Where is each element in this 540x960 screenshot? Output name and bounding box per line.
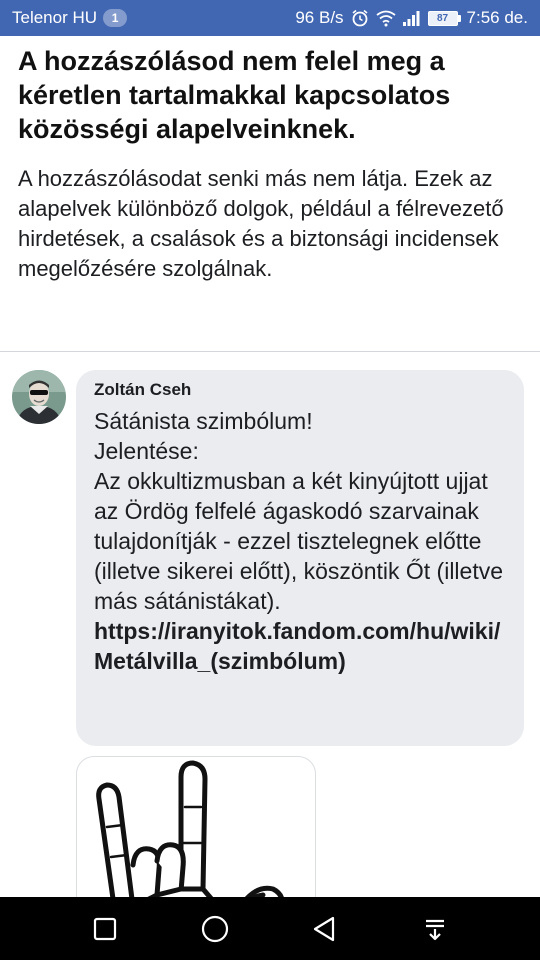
notification-count-badge: 1 xyxy=(103,9,128,27)
status-indicators: 96 B/s 87 7:56 de. xyxy=(295,8,528,28)
notification-pulldown-icon[interactable] xyxy=(415,909,455,949)
comment-bubble[interactable]: Zoltán Cseh Sátánista szimbólum! Jelenté… xyxy=(76,370,524,746)
wifi-icon xyxy=(375,9,396,27)
comment-author[interactable]: Zoltán Cseh xyxy=(94,380,508,400)
clock: 7:56 de. xyxy=(466,8,528,27)
home-icon[interactable] xyxy=(195,909,235,949)
divider xyxy=(0,351,540,352)
back-icon[interactable] xyxy=(305,909,345,949)
carrier-group: Telenor HU 1 xyxy=(12,8,128,28)
notice-body: A hozzászólásodat senki más nem látja. E… xyxy=(18,166,504,281)
carrier-name: Telenor HU xyxy=(12,8,98,27)
comment-text: Sátánista szimbólum! Jelentése: Az okkul… xyxy=(94,408,504,614)
comment-link[interactable]: https://iranyitok.fandom.com/hu/wiki/Met… xyxy=(94,616,508,676)
navigation-bar xyxy=(0,897,540,960)
avatar[interactable] xyxy=(12,370,66,424)
battery-icon: 87 xyxy=(427,10,461,26)
notice-title: A hozzászólásod nem felel meg a kéretlen… xyxy=(18,46,451,144)
recent-apps-icon[interactable] xyxy=(85,909,125,949)
signal-icon xyxy=(402,9,422,27)
status-bar: Telenor HU 1 96 B/s 87 7:56 de. xyxy=(0,0,540,36)
network-speed: 96 B/s xyxy=(295,8,344,27)
battery-level: 87 xyxy=(427,10,458,26)
moderation-notice: A hozzászólásod nem felel meg a kéretlen… xyxy=(18,44,518,284)
alarm-icon xyxy=(350,9,370,27)
